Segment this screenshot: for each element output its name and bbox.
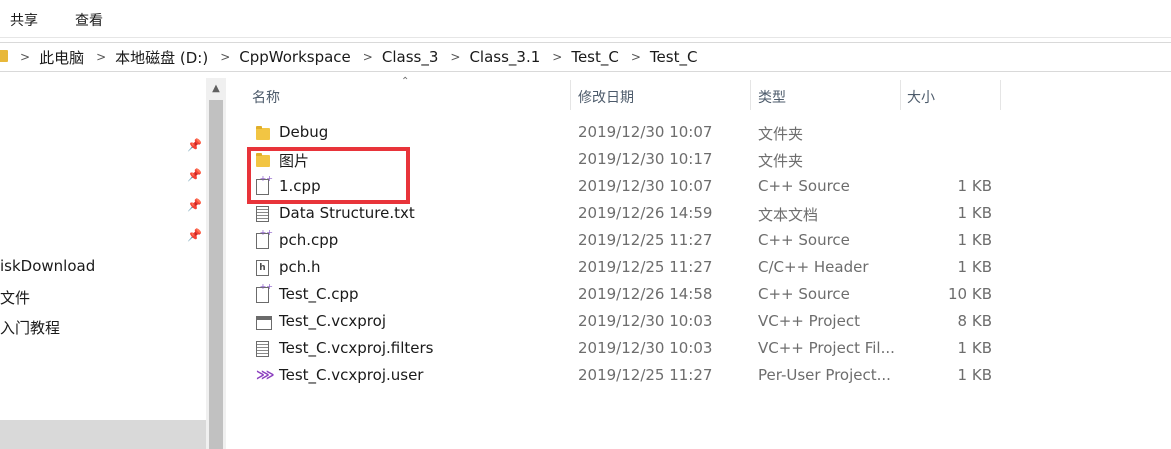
file-name: Data Structure.txt — [279, 204, 415, 222]
file-type: VC++ Project — [758, 312, 860, 330]
nav-item-downloads[interactable]: iskDownload — [0, 257, 95, 275]
file-size: 1 KB — [957, 258, 992, 276]
breadcrumb-item[interactable]: Test_C — [571, 48, 619, 66]
chevron-right-icon[interactable]: > — [20, 50, 30, 64]
breadcrumb-item[interactable]: CppWorkspace — [239, 48, 351, 66]
breadcrumb-item[interactable]: Class_3 — [382, 48, 439, 66]
column-divider[interactable] — [900, 80, 901, 110]
chevron-right-icon[interactable]: > — [363, 50, 373, 64]
column-divider[interactable] — [570, 80, 571, 110]
nav-scrollbar[interactable]: ▲ — [206, 78, 226, 449]
highlight-box — [247, 147, 410, 204]
file-row[interactable]: Data Structure.txt 2019/12/26 14:59 文本文档… — [244, 201, 1004, 228]
file-date: 2019/12/26 14:58 — [578, 285, 713, 303]
file-row[interactable]: ++ pch.cpp 2019/12/25 11:27 C++ Source 1… — [244, 228, 1004, 255]
chevron-right-icon[interactable]: > — [450, 50, 460, 64]
file-size: 1 KB — [957, 177, 992, 195]
navigation-pane: 📌 📌 📌 📌 iskDownload 文件 入门教程 — [0, 78, 206, 449]
cpp-file-icon: ++ — [256, 229, 273, 249]
file-name: pch.cpp — [279, 231, 339, 249]
tab-share[interactable]: 共享 — [10, 10, 38, 30]
file-name: Test_C.vcxproj — [279, 312, 386, 330]
column-header-type[interactable]: 类型 — [758, 87, 786, 107]
file-size: 1 KB — [957, 366, 992, 384]
text-file-icon — [256, 206, 269, 222]
file-row[interactable]: ++ Test_C.cpp 2019/12/26 14:58 C++ Sourc… — [244, 282, 1004, 309]
file-row[interactable]: Test_C.vcxproj.filters 2019/12/30 10:03 … — [244, 336, 1004, 363]
breadcrumb: > 此电脑 > 本地磁盘 (D:) > CppWorkspace > Class… — [20, 43, 709, 71]
column-divider[interactable] — [1000, 80, 1001, 110]
file-date: 2019/12/25 11:27 — [578, 231, 713, 249]
column-divider[interactable] — [750, 80, 751, 110]
file-row[interactable]: Test_C.vcxproj 2019/12/30 10:03 VC++ Pro… — [244, 309, 1004, 336]
address-bar[interactable]: > 此电脑 > 本地磁盘 (D:) > CppWorkspace > Class… — [0, 42, 1171, 72]
pin-icon[interactable]: 📌 — [187, 138, 202, 152]
chevron-right-icon[interactable]: > — [220, 50, 230, 64]
file-type: C++ Source — [758, 177, 850, 195]
file-name: pch.h — [279, 258, 321, 276]
nav-item-files[interactable]: 文件 — [0, 287, 30, 308]
breadcrumb-item[interactable]: Test_C — [650, 48, 698, 66]
column-header-name[interactable]: 名称 — [252, 87, 280, 107]
filters-file-icon — [256, 341, 269, 357]
chevron-right-icon[interactable]: > — [552, 50, 562, 64]
column-header-size[interactable]: 大小 — [907, 87, 935, 107]
file-type: Per-User Project... — [758, 366, 891, 384]
file-date: 2019/12/26 14:59 — [578, 204, 713, 222]
file-type: 文本文档 — [758, 206, 819, 224]
sort-ascending-icon: ⌃ — [401, 76, 410, 87]
breadcrumb-item[interactable]: 本地磁盘 (D:) — [115, 47, 208, 68]
file-date: 2019/12/25 11:27 — [578, 366, 713, 384]
file-date: 2019/12/30 10:03 — [578, 339, 713, 357]
column-header-date[interactable]: 修改日期 — [578, 87, 634, 107]
chevron-right-icon[interactable]: > — [631, 50, 641, 64]
file-date: 2019/12/30 10:07 — [578, 123, 713, 141]
tab-view[interactable]: 查看 — [75, 10, 103, 30]
pin-icon[interactable]: 📌 — [187, 168, 202, 182]
file-row[interactable]: h pch.h 2019/12/25 11:27 C/C++ Header 1 … — [244, 255, 1004, 282]
file-name: Test_C.vcxproj.filters — [279, 339, 434, 357]
cpp-file-icon: ++ — [256, 283, 273, 303]
pin-icon[interactable]: 📌 — [187, 198, 202, 212]
file-date: 2019/12/30 10:03 — [578, 312, 713, 330]
scroll-up-arrow-icon[interactable]: ▲ — [206, 78, 226, 100]
file-name: Test_C.vcxproj.user — [279, 366, 424, 384]
file-row[interactable]: Debug 2019/12/30 10:07 文件夹 — [244, 120, 1004, 147]
file-name: Test_C.cpp — [279, 285, 359, 303]
file-type: C++ Source — [758, 231, 850, 249]
file-date: 2019/12/30 10:17 — [578, 150, 713, 168]
file-type: 文件夹 — [758, 152, 804, 170]
vcxproj-file-icon — [256, 316, 272, 330]
file-size: 10 KB — [948, 285, 992, 303]
user-project-file-icon: ⋙ — [256, 368, 275, 383]
scroll-thumb[interactable] — [209, 100, 223, 449]
folder-icon — [0, 50, 8, 62]
file-name: Debug — [279, 123, 329, 141]
pin-icon[interactable]: 📌 — [187, 228, 202, 242]
file-type: C/C++ Header — [758, 258, 869, 276]
nav-item-tutorial[interactable]: 入门教程 — [0, 317, 60, 338]
folder-icon — [256, 126, 270, 140]
header-file-icon: h — [256, 260, 269, 276]
file-size: 1 KB — [957, 339, 992, 357]
chevron-right-icon[interactable]: > — [96, 50, 106, 64]
file-type: VC++ Project Fil... — [758, 339, 895, 357]
ribbon: 共享 查看 — [0, 0, 1171, 38]
file-type: 文件夹 — [758, 125, 804, 143]
file-row[interactable]: ⋙ Test_C.vcxproj.user 2019/12/25 11:27 P… — [244, 363, 1004, 390]
breadcrumb-item[interactable]: 此电脑 — [39, 47, 84, 68]
file-date: 2019/12/30 10:07 — [578, 177, 713, 195]
nav-item-selected[interactable] — [0, 420, 206, 449]
file-type: C++ Source — [758, 285, 850, 303]
file-size: 8 KB — [957, 312, 992, 330]
file-date: 2019/12/25 11:27 — [578, 258, 713, 276]
file-size: 1 KB — [957, 204, 992, 222]
file-size: 1 KB — [957, 231, 992, 249]
breadcrumb-item[interactable]: Class_3.1 — [469, 48, 540, 66]
